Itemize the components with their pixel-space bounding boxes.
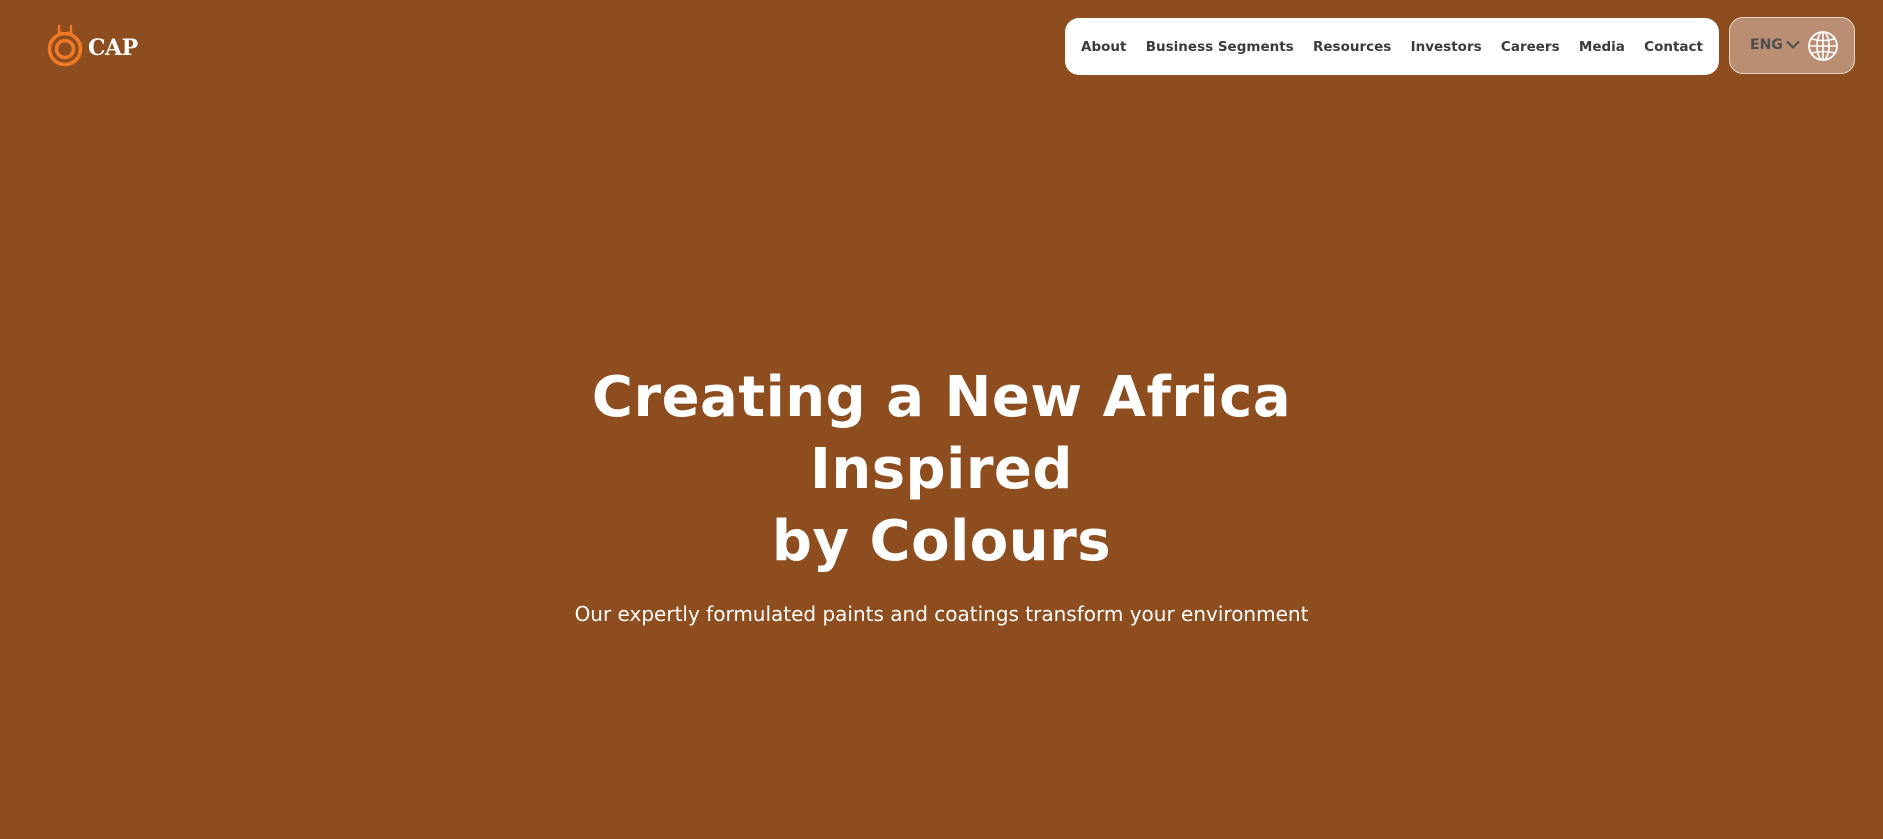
nav-item-contact[interactable]: Contact bbox=[1644, 39, 1703, 55]
nav-item-about[interactable]: About bbox=[1081, 39, 1126, 55]
hero-subtitle: Our expertly formulated paints and coati… bbox=[574, 602, 1309, 626]
language-label: ENG bbox=[1750, 36, 1783, 53]
globe-icon bbox=[1807, 30, 1838, 61]
nav-item-resources[interactable]: Resources bbox=[1313, 39, 1391, 55]
chevron-down-icon bbox=[1786, 40, 1800, 48]
main-navigation: About Business Segments Resources Invest… bbox=[1065, 18, 1719, 75]
hero-title-line-1: Creating a New Africa Inspired bbox=[591, 365, 1292, 502]
cap-logo-icon bbox=[47, 24, 83, 67]
hero-section: Creating a New Africa Inspired by Colour… bbox=[0, 362, 1883, 628]
nav-item-media[interactable]: Media bbox=[1579, 39, 1625, 55]
language-selector-button[interactable]: ENG bbox=[1729, 17, 1855, 74]
hero-title-line-2: by Colours bbox=[771, 509, 1112, 574]
nav-item-investors[interactable]: Investors bbox=[1411, 39, 1482, 55]
brand-name: CAP bbox=[88, 35, 138, 61]
hero-title: Creating a New Africa Inspired by Colour… bbox=[462, 362, 1422, 578]
nav-item-careers[interactable]: Careers bbox=[1501, 39, 1560, 55]
brand-logo-link[interactable]: CAP bbox=[46, 24, 138, 68]
nav-item-business-segments[interactable]: Business Segments bbox=[1146, 39, 1294, 55]
